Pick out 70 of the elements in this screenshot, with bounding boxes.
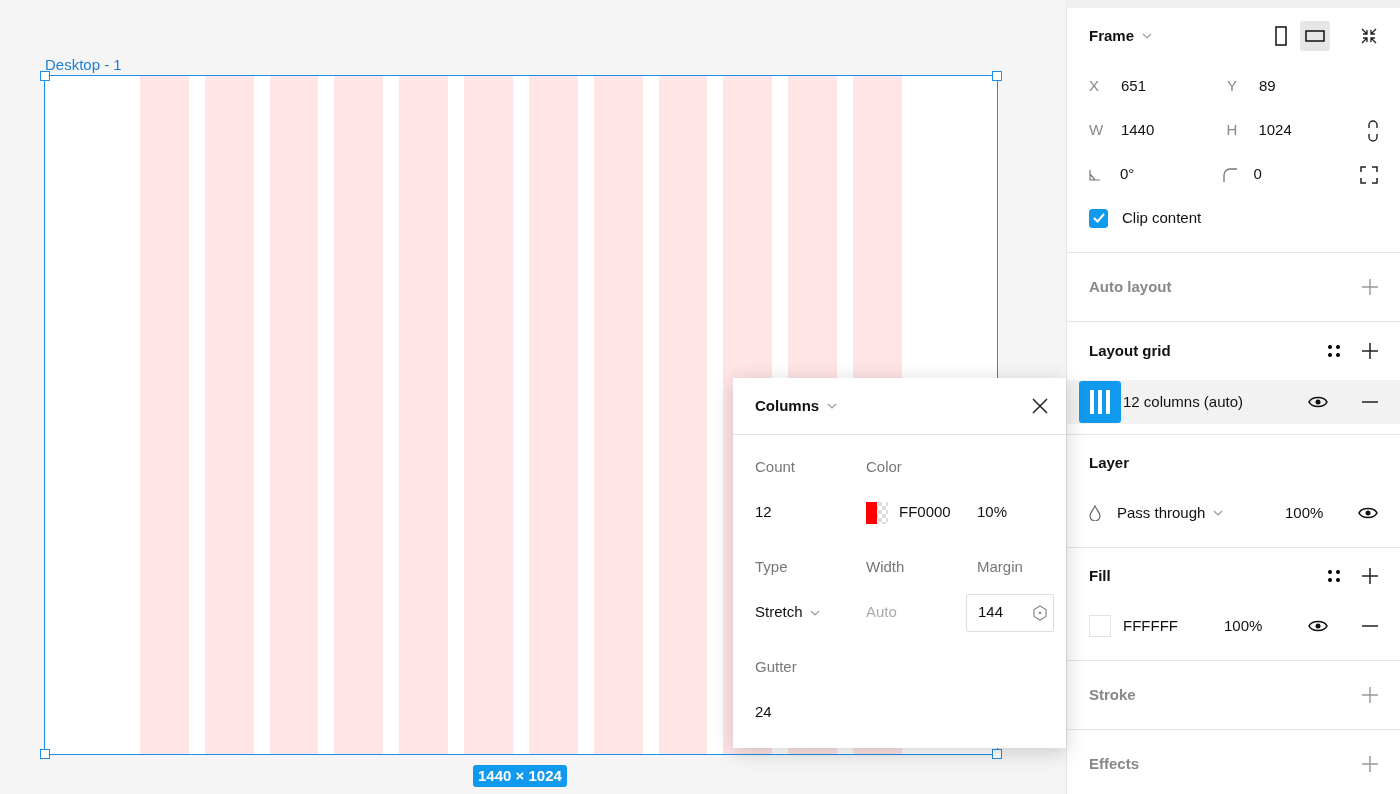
rotation-icon xyxy=(1089,168,1101,181)
section-title: Auto layout xyxy=(1089,276,1172,297)
field-value[interactable]: 1024 xyxy=(1258,118,1368,142)
chevron-down-icon xyxy=(810,609,821,616)
landscape-button[interactable] xyxy=(1300,21,1330,51)
field-value[interactable]: 651 xyxy=(1121,74,1227,98)
plus-icon[interactable] xyxy=(1362,343,1378,359)
field-label: X xyxy=(1089,75,1100,96)
styles-dots-icon[interactable] xyxy=(1327,345,1340,357)
size-label: 1440 × 1024 xyxy=(473,765,567,787)
resize-handle[interactable] xyxy=(40,71,50,81)
fill-hex-value[interactable]: FFFFFF xyxy=(1123,614,1224,638)
plus-icon[interactable] xyxy=(1362,568,1378,584)
clip-content-checkbox[interactable] xyxy=(1089,208,1108,228)
styles-dots-icon[interactable] xyxy=(1327,570,1340,582)
portrait-icon xyxy=(1275,26,1287,46)
landscape-icon xyxy=(1305,30,1325,42)
color-opacity-value[interactable]: 10% xyxy=(977,501,1008,524)
count-value[interactable]: 12 xyxy=(755,490,866,535)
field-label: W xyxy=(1089,119,1105,140)
field-label: Count xyxy=(755,457,797,478)
corner-radius-value[interactable]: 0 xyxy=(1253,162,1360,186)
resize-handle[interactable] xyxy=(992,71,1002,81)
grid-name: 12 columns (auto) xyxy=(1123,391,1245,412)
chevron-down-icon xyxy=(1212,510,1223,516)
checkmark-icon xyxy=(1092,213,1105,223)
corner-radius-icon xyxy=(1222,167,1237,182)
independent-corners-icon[interactable] xyxy=(1360,165,1378,184)
eye-icon[interactable] xyxy=(1308,620,1328,632)
field-label: Margin xyxy=(977,557,1024,578)
resize-handle[interactable] xyxy=(992,749,1002,759)
blend-mode-dropdown[interactable]: Pass through xyxy=(1117,501,1285,525)
resize-handle[interactable] xyxy=(40,749,50,759)
field-label: Color xyxy=(866,457,903,478)
close-icon[interactable] xyxy=(1032,398,1048,414)
margin-input[interactable]: 144 xyxy=(966,593,1054,632)
checkbox-label: Clip content xyxy=(1122,207,1202,228)
hexagon-icon[interactable] xyxy=(1033,604,1047,621)
eye-icon[interactable] xyxy=(1358,507,1378,519)
collapse-arrows-icon[interactable] xyxy=(1360,27,1378,45)
field-label: Y xyxy=(1227,75,1238,96)
section-title: Fill xyxy=(1089,565,1111,586)
color-hex-value[interactable]: FF0000 xyxy=(899,501,951,524)
field-label: Type xyxy=(755,557,789,578)
section-title: Layout grid xyxy=(1089,340,1171,361)
field-label: H xyxy=(1226,119,1239,140)
section-title: Effects xyxy=(1089,753,1140,774)
field-label: Width xyxy=(866,557,906,578)
section-title: Layer xyxy=(1089,452,1130,473)
rotation-value[interactable]: 0° xyxy=(1119,162,1223,186)
grid-type-dropdown[interactable]: Columns xyxy=(755,394,820,418)
eye-icon[interactable] xyxy=(1308,396,1328,408)
drop-icon xyxy=(1089,505,1101,521)
columns-grid-icon[interactable] xyxy=(1089,390,1111,414)
gutter-value[interactable]: 24 xyxy=(755,690,866,735)
frame-title[interactable]: Desktop - 1 xyxy=(45,56,122,74)
field-value[interactable]: 89 xyxy=(1259,74,1369,98)
type-dropdown[interactable]: Stretch xyxy=(755,601,821,624)
chevron-down-icon xyxy=(1141,33,1152,39)
fill-swatch[interactable] xyxy=(1089,615,1111,637)
opacity-value[interactable]: 100% xyxy=(1285,501,1324,525)
layout-grid-row[interactable]: 12 columns (auto) xyxy=(1067,380,1400,424)
field-label: Gutter xyxy=(755,657,798,678)
field-value[interactable]: 1440 xyxy=(1120,118,1227,142)
chevron-down-icon[interactable] xyxy=(826,403,837,409)
frame-type-dropdown[interactable]: Frame xyxy=(1089,24,1135,48)
color-swatch[interactable] xyxy=(866,501,888,524)
constrain-proportions-icon[interactable] xyxy=(1368,119,1378,142)
fill-opacity-value[interactable]: 100% xyxy=(1224,614,1263,638)
section-title: Stroke xyxy=(1089,684,1136,705)
